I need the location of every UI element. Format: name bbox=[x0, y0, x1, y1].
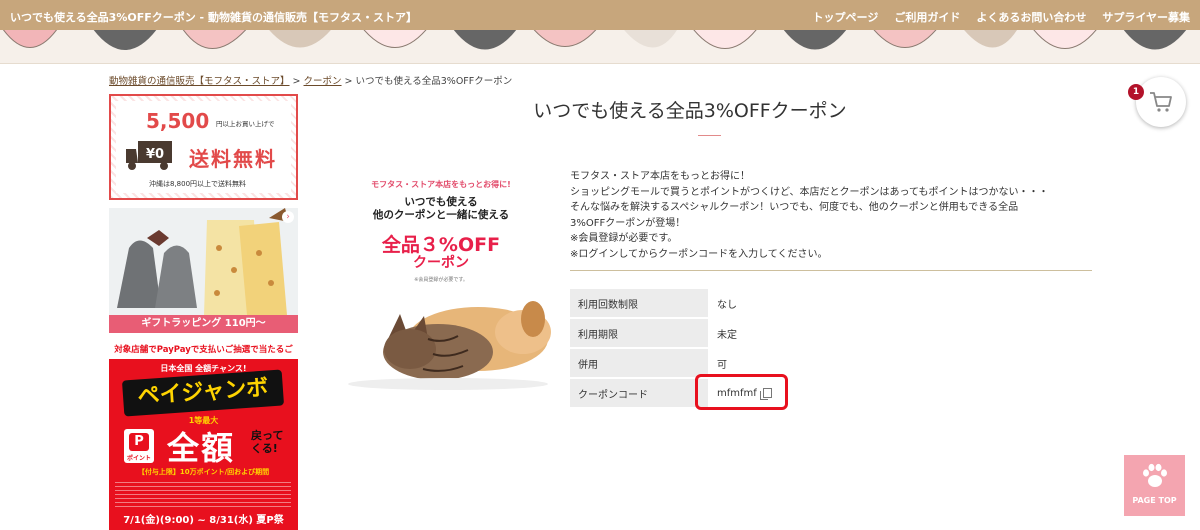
paypay-condition-text: 【付与上限】10万ポイント/回および期間 bbox=[137, 468, 270, 476]
gift-wrapping-banner[interactable]: ギフトラッピング 110円〜 › bbox=[109, 208, 298, 333]
cart-count-badge: 1 bbox=[1128, 84, 1144, 100]
description-line: モフタス・ストア本店をもっとお得に！ bbox=[570, 171, 750, 182]
page-title: いつでも使える全品3%OFFクーポン bbox=[533, 100, 847, 122]
description-divider bbox=[570, 270, 1092, 271]
shipping-threshold-note: 円以上お買い上げで bbox=[216, 120, 275, 128]
cart-icon bbox=[1150, 92, 1172, 112]
title-underline bbox=[698, 135, 721, 136]
description-line: ※会員登録が必要です。 bbox=[570, 233, 678, 244]
paypay-jumbo-logo: ペイジャンボ bbox=[121, 369, 285, 417]
coupon-image-note: ※会員登録が必要です。 bbox=[414, 277, 468, 283]
description-line: そんな悩みを解決するスペシャルクーポン！いつでも、何度でも、他のクーポンと併用も… bbox=[570, 202, 1019, 213]
paypay-dates-text: 7/1(金)(9:00) ~ 8/31(水) 夏P祭 bbox=[123, 515, 284, 526]
table-row: 併用 可 bbox=[570, 349, 867, 377]
table-row: 利用期限 未定 bbox=[570, 319, 867, 347]
coupon-description: モフタス・ストア本店をもっとお得に！ ショッピングモールで買うとポイントがつくけ… bbox=[570, 169, 1090, 262]
header-cat-banner bbox=[0, 30, 1200, 64]
combination-value: 可 bbox=[717, 359, 727, 371]
okinawa-note: 沖縄は8,800円以上で送料無料 bbox=[149, 180, 247, 188]
gift-wrapping-label: ギフトラッピング 110円〜 bbox=[109, 315, 298, 333]
puppy-kitten-photo bbox=[348, 301, 551, 390]
breadcrumb-coupon-link[interactable]: クーポン bbox=[304, 76, 342, 87]
description-line: ※ログインしてからクーポンコードを入力してください。 bbox=[570, 248, 828, 260]
breadcrumb-separator: > bbox=[289, 76, 304, 87]
paypay-back-text: 戻って くる! bbox=[251, 429, 284, 455]
description-line: ショッピングモールで買うとポイントがつくけど、本店だとクーポンはあってもポイント… bbox=[570, 186, 1049, 198]
breadcrumb-home-link[interactable]: 動物雑貨の通信販売【モフタス・ストア】 bbox=[109, 76, 290, 87]
usage-limit-label: 利用回数制限 bbox=[570, 289, 708, 317]
truck-icon: ¥0 bbox=[126, 141, 172, 170]
expiry-label: 利用期限 bbox=[570, 319, 708, 347]
usage-limit-value: なし bbox=[717, 299, 737, 311]
breadcrumb-separator: > bbox=[341, 76, 356, 87]
paypay-logo-icon: P ポイント bbox=[124, 429, 154, 463]
free-shipping-banner[interactable]: 5,500 円以上お買い上げで ¥0 送料無料 沖縄は8,800円以上で送料無料 bbox=[109, 94, 298, 200]
top-nav: トップページ ご利用ガイド よくあるお問い合わせ サプライヤー募集 bbox=[813, 9, 1190, 25]
paw-icon bbox=[1143, 463, 1167, 487]
gift-bags-image bbox=[109, 208, 298, 315]
description-line: 3%OFFクーポンが登場！ bbox=[570, 217, 686, 229]
coupon-image-line1: モフタス・ストア本店をもっとお得に! bbox=[371, 180, 511, 189]
breadcrumb: 動物雑貨の通信販売【モフタス・ストア】 > クーポン > いつでも使える全品3%… bbox=[109, 73, 512, 87]
cart-button[interactable] bbox=[1136, 77, 1186, 127]
coupon-code-label: クーポンコード bbox=[570, 379, 708, 407]
page-top-button[interactable]: PAGE TOP bbox=[1124, 455, 1185, 516]
expiry-value: 未定 bbox=[717, 329, 737, 341]
nav-top-page[interactable]: トップページ bbox=[813, 9, 879, 25]
cat-pattern-illustration bbox=[3, 30, 1187, 50]
nav-supplier[interactable]: サプライヤー募集 bbox=[1102, 9, 1190, 25]
free-shipping-inner: 5,500 円以上お買い上げで ¥0 送料無料 沖縄は8,800円以上で送料無料 bbox=[116, 101, 291, 193]
paypay-strip-text: 対象店舗でPayPayで支払いご抽選で当たるご bbox=[109, 341, 298, 359]
nav-faq[interactable]: よくあるお問い合わせ bbox=[976, 9, 1086, 25]
coupon-image-coupon: クーポン bbox=[413, 255, 469, 271]
coupon-image-line2b: 他のクーポンと一緒に使える bbox=[372, 209, 510, 221]
paypay-point-label: ポイント bbox=[126, 455, 151, 462]
paypay-fine-print bbox=[115, 479, 291, 507]
coupon-image: モフタス・ストア本店をもっとお得に! いつでも使える 他のクーポンと一緒に使える… bbox=[328, 166, 554, 392]
paypay-p-mark: P bbox=[129, 433, 149, 451]
truck-price-text: ¥0 bbox=[146, 147, 164, 162]
shipping-threshold-amount: 5,500 bbox=[146, 109, 210, 133]
top-bar: いつでも使える全品3%OFFクーポン - 動物雑貨の通信販売【モフタス・ストア】… bbox=[0, 0, 1200, 30]
free-shipping-text: 送料無料 bbox=[189, 147, 277, 171]
nav-guide[interactable]: ご利用ガイド bbox=[894, 9, 960, 25]
coupon-image-line2: いつでも使える 他のクーポンと一緒に使える bbox=[328, 196, 554, 222]
chevron-right-icon: › bbox=[282, 211, 294, 223]
page-top-label: PAGE TOP bbox=[1132, 496, 1177, 505]
paypay-jumbo-banner[interactable]: 対象店舗でPayPayで支払いご抽選で当たるご 日本全国 全額チャンス! ペイジ… bbox=[109, 341, 298, 530]
site-title: いつでも使える全品3%OFFクーポン - 動物雑貨の通信販売【モフタス・ストア】 bbox=[10, 11, 417, 24]
table-row: 利用回数制限 なし bbox=[570, 289, 867, 317]
paypay-zengaku-text: 全額 bbox=[167, 429, 236, 467]
coupon-code-highlight bbox=[695, 374, 788, 410]
combination-label: 併用 bbox=[570, 349, 708, 377]
coupon-image-line2a: いつでも使える bbox=[404, 196, 478, 208]
breadcrumb-current: いつでも使える全品3%OFFクーポン bbox=[355, 76, 513, 87]
